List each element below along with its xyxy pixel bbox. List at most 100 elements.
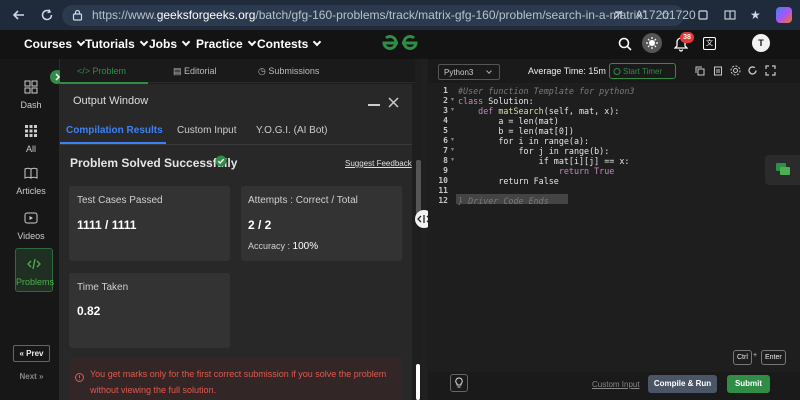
close-icon[interactable] — [388, 97, 399, 108]
code-line: class Solution: — [458, 96, 534, 106]
start-timer-button[interactable]: Start Timer — [609, 63, 676, 79]
chat-feedback-button[interactable] — [765, 155, 800, 185]
tracking-icon[interactable] — [612, 9, 624, 21]
nav-courses[interactable]: Courses — [24, 37, 86, 51]
line-number: 10 — [438, 176, 448, 185]
line-number: 1 — [443, 86, 448, 95]
submission-notice-text: You get marks only for the first correct… — [90, 369, 387, 395]
nav-jobs[interactable]: Jobs — [149, 37, 191, 51]
accuracy-value: 100% — [292, 241, 319, 252]
code-line: return False — [458, 176, 559, 186]
fold-arrow-icon[interactable]: ▼ — [450, 157, 455, 163]
fold-arrow-icon[interactable]: ▼ — [450, 107, 455, 113]
next-button[interactable]: Next » — [13, 369, 50, 386]
grid-icon — [24, 124, 38, 138]
chevron-down-icon — [313, 37, 322, 47]
line-number: 6 — [443, 136, 448, 145]
nav-courses-label: Courses — [24, 37, 73, 51]
tab-editorial-label: Editorial — [184, 66, 217, 76]
pane-splitter[interactable] — [422, 59, 427, 400]
line-number: 4 — [443, 116, 448, 125]
notification-badge: 38 — [680, 32, 694, 43]
suggest-feedback-link[interactable]: Suggest Feedback — [345, 159, 412, 168]
clock-icon: ◷ — [258, 66, 266, 76]
code-icon: </> — [77, 66, 91, 76]
url-text[interactable]: https://www.geeksforgeeks.org/batch/gfg-… — [92, 8, 696, 22]
video-icon — [24, 211, 38, 225]
submit-button[interactable]: Submit — [727, 375, 770, 393]
nav-contests[interactable]: Contests — [257, 37, 322, 51]
line-number: 9 — [443, 166, 448, 175]
url-prefix: https://www. — [92, 8, 157, 22]
extensions-icon[interactable] — [697, 9, 709, 21]
theme-toggle-icon[interactable] — [642, 33, 662, 53]
document-icon[interactable] — [713, 66, 723, 76]
subtab-divider — [60, 144, 412, 145]
accuracy-label: Accuracy : — [248, 241, 291, 251]
fullscreen-icon[interactable] — [765, 65, 776, 76]
fold-arrow-icon[interactable]: ▼ — [450, 97, 455, 103]
shortcut-key-enter: Enter — [761, 350, 786, 365]
output-scroll-thumb[interactable] — [416, 364, 420, 400]
back-arrow-icon[interactable] — [12, 8, 26, 22]
code-keyword: def — [458, 106, 494, 116]
url-path: /batch/gfg-160-problems/track/matrix-gfg… — [255, 8, 696, 22]
nav-practice[interactable]: Practice — [196, 37, 256, 51]
code-line: def matSearch(self, mat, x): — [458, 106, 619, 116]
average-time: Average Time: 15m — [528, 66, 606, 76]
subtab-custom-input[interactable]: Custom Input — [177, 125, 236, 136]
gfg-logo-icon[interactable] — [380, 34, 420, 52]
hint-lightbulb-icon[interactable] — [450, 374, 468, 392]
warning-icon — [75, 373, 84, 382]
line-number: 7 — [443, 146, 448, 155]
code-line: if mat[i][j] == x: — [458, 156, 630, 166]
time-taken-value: 0.82 — [77, 304, 101, 318]
favorite-star-icon[interactable]: ☆ — [660, 8, 671, 22]
lock-icon[interactable] — [72, 9, 83, 21]
book-icon — [24, 166, 38, 180]
nav-tutorials[interactable]: Tutorials — [85, 37, 149, 51]
sidebar-item-videos-label: Videos — [17, 231, 45, 241]
line-number: 11 — [438, 186, 448, 195]
sidebar-item-all-label: All — [25, 144, 36, 154]
settings-gear-icon[interactable] — [730, 65, 741, 76]
sidebar-item-videos[interactable]: Videos — [10, 203, 52, 253]
custom-input-link[interactable]: Custom Input — [592, 380, 640, 389]
subtab-compilation-results[interactable]: Compilation Results — [66, 125, 163, 136]
sidebar-item-problems[interactable]: Problems — [15, 248, 55, 292]
tab-submissions[interactable]: ◷ Submissions — [258, 66, 319, 77]
user-avatar[interactable]: T — [752, 34, 770, 52]
nav-contests-label: Contests — [257, 37, 309, 51]
sidebar-item-dash[interactable]: Dash — [10, 72, 52, 122]
search-icon[interactable] — [618, 37, 632, 51]
sidebar-item-articles[interactable]: Articles — [10, 158, 52, 208]
split-screen-icon[interactable] — [724, 9, 736, 21]
copilot-icon[interactable] — [776, 7, 792, 23]
code-icon — [27, 257, 41, 271]
chevron-down-icon — [181, 37, 191, 47]
line-number: 3 — [443, 106, 448, 115]
code-keyword: class — [458, 96, 484, 106]
line-number: 8 — [443, 156, 448, 165]
tab-editorial[interactable]: ▤ Editorial — [173, 66, 217, 77]
document-icon: ▤ — [173, 66, 182, 76]
reset-icon[interactable] — [747, 65, 758, 76]
tab-problem[interactable]: </> Problem — [77, 66, 126, 76]
chevron-down-icon — [76, 37, 86, 47]
sidebar-item-problems-label: Problems — [16, 277, 55, 287]
prev-button[interactable]: « Prev — [13, 345, 50, 362]
refresh-icon[interactable] — [40, 8, 54, 22]
tab-submissions-label: Submissions — [268, 66, 320, 76]
translate-icon[interactable]: 文 — [703, 37, 716, 50]
language-select[interactable]: Python3 — [438, 64, 500, 80]
subtab-yogi-ai-bot[interactable]: Y.O.G.I. (AI Bot) — [256, 125, 328, 136]
compile-run-button[interactable]: Compile & Run — [648, 375, 717, 393]
fold-arrow-icon[interactable]: ▼ — [450, 147, 455, 153]
favorites-icon[interactable]: ★ — [750, 8, 761, 22]
line-number: 5 — [443, 126, 448, 135]
copy-icon[interactable] — [695, 66, 705, 76]
fold-arrow-icon[interactable]: ▼ — [450, 137, 455, 143]
test-cases-value: 1111 / 1111 — [77, 218, 137, 232]
read-aloud-icon[interactable]: A» — [636, 9, 646, 20]
minimize-icon[interactable] — [368, 104, 380, 106]
